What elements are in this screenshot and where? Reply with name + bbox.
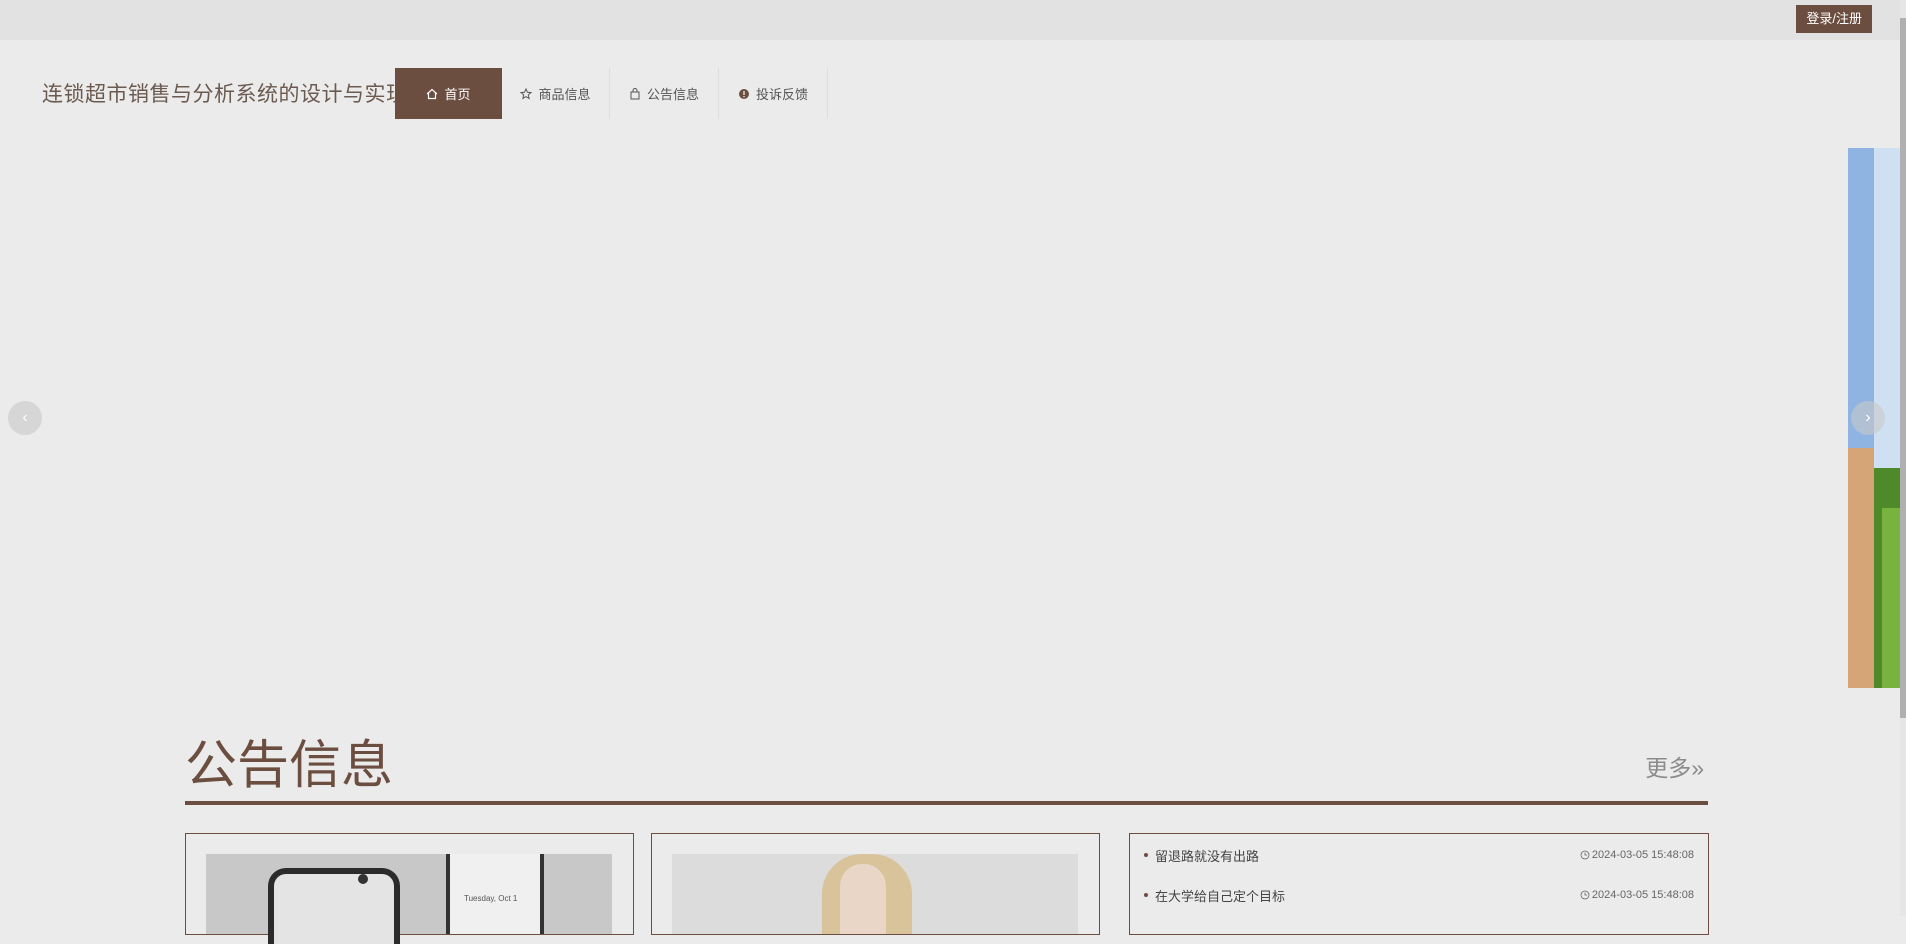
alert-icon <box>738 88 749 99</box>
notice-section-header: 公告信息 更多» <box>185 735 1708 805</box>
notice-title: 在大学给自己定个目标 <box>1155 888 1286 904</box>
clock-icon <box>1580 850 1590 860</box>
bullet-icon <box>1144 893 1148 897</box>
site-title: 连锁超市销售与分析系统的设计与实现 <box>42 83 408 106</box>
nav-label-feedback: 投诉反馈 <box>755 87 808 102</box>
notice-time: 2024-03-05 15:48:08 <box>1580 889 1694 901</box>
notice-time-text: 2024-03-05 15:48:08 <box>1591 849 1694 861</box>
notice-card[interactable] <box>651 833 1100 935</box>
login-register-button[interactable]: 登录/注册 <box>1796 5 1872 33</box>
nav-item-products[interactable]: 商品信息 <box>502 68 610 119</box>
chevron-left-icon: ‹ <box>22 409 28 426</box>
notice-image-woman <box>672 854 1078 934</box>
list-item[interactable]: 留退路就没有出路 2024-03-05 15:48:08 <box>1144 845 1694 865</box>
star-icon <box>520 87 533 100</box>
home-icon <box>427 88 438 99</box>
carousel-prev-button[interactable]: ‹ <box>8 401 42 435</box>
notice-time: 2024-03-05 15:48:08 <box>1580 849 1694 861</box>
clock-icon <box>1580 890 1590 900</box>
bullet-icon <box>1144 853 1148 857</box>
nav-item-feedback[interactable]: 投诉反馈 <box>719 68 828 119</box>
phone-screen-text: Tuesday, Oct 1 <box>464 894 518 903</box>
top-bar: 登录/注册 <box>0 0 1906 40</box>
main-nav: 首页 商品信息 公告信息 投诉反馈 <box>395 68 828 119</box>
notice-card[interactable]: Tuesday, Oct 1 <box>185 833 634 944</box>
nav-label-home: 首页 <box>444 87 471 102</box>
nav-label-notices: 公告信息 <box>646 87 699 102</box>
scrollbar-thumb[interactable] <box>1900 18 1906 718</box>
section-title: 公告信息 <box>185 737 394 795</box>
bag-icon <box>630 87 640 99</box>
page-scrollbar[interactable] <box>1900 0 1906 916</box>
notice-image-phone: Tuesday, Oct 1 <box>206 854 612 944</box>
chevron-right-icon: › <box>1865 409 1871 426</box>
banner-carousel <box>0 148 1906 688</box>
notice-list: 留退路就没有出路 2024-03-05 15:48:08 在大学给自己定个目标 … <box>1129 833 1709 935</box>
more-link[interactable]: 更多» <box>1645 749 1704 783</box>
notice-title: 留退路就没有出路 <box>1155 848 1260 864</box>
carousel-next-button[interactable]: › <box>1851 401 1885 435</box>
notice-time-text: 2024-03-05 15:48:08 <box>1591 889 1694 901</box>
nav-item-home[interactable]: 首页 <box>395 68 502 119</box>
nav-label-products: 商品信息 <box>538 87 591 102</box>
list-item[interactable]: 在大学给自己定个目标 2024-03-05 15:48:08 <box>1144 885 1694 905</box>
nav-item-notices[interactable]: 公告信息 <box>610 68 719 119</box>
